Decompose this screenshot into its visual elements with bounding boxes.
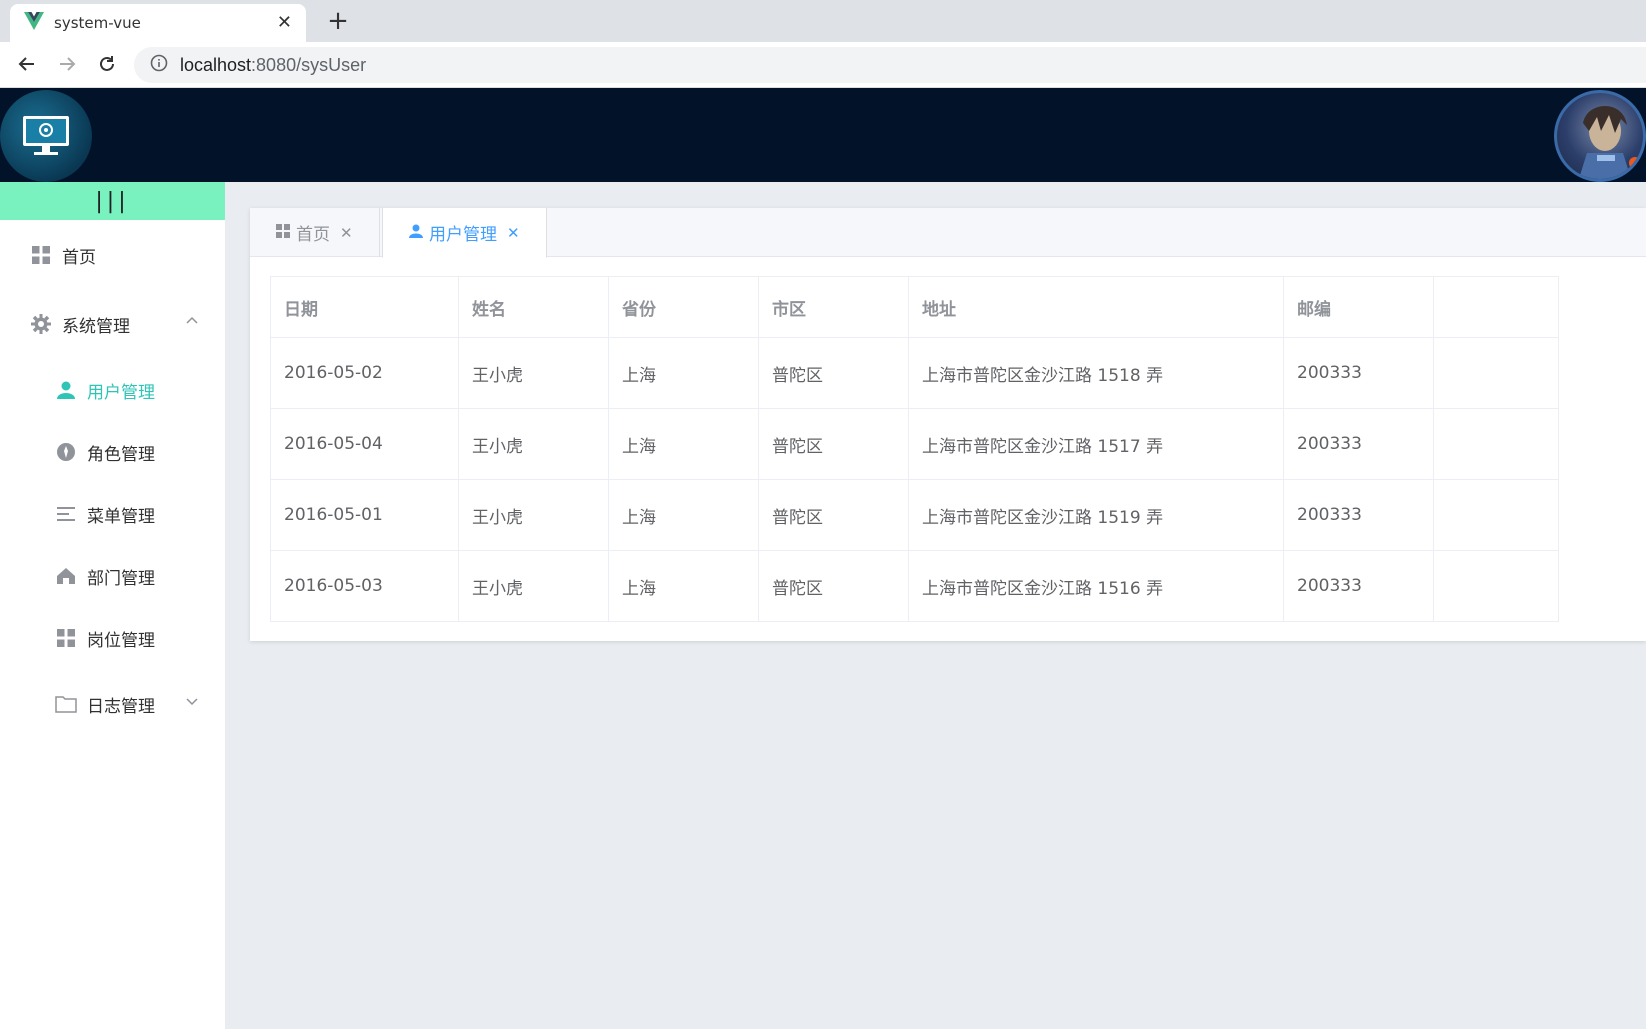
- url-path: :8080/sysUser: [251, 54, 367, 75]
- user-avatar[interactable]: [1554, 90, 1646, 182]
- column-header: [1433, 276, 1559, 338]
- grid-icon: [276, 223, 290, 243]
- app-header: [0, 88, 1646, 182]
- sidebar-item-home[interactable]: 首页: [0, 230, 225, 280]
- user-icon: [55, 379, 77, 401]
- role-icon: [55, 441, 77, 463]
- table-cell: [1433, 550, 1559, 622]
- column-header[interactable]: 日期: [270, 276, 459, 338]
- table-cell: 普陀区: [758, 408, 909, 480]
- table-cell: 200333: [1283, 408, 1434, 480]
- sidebar-item-menus[interactable]: 菜单管理: [0, 489, 225, 539]
- reload-icon[interactable]: [93, 50, 121, 78]
- table-cell: 200333: [1283, 337, 1434, 409]
- sidebar-item-label: 用户管理: [87, 382, 155, 403]
- sidebar-item-users[interactable]: 用户管理: [0, 365, 225, 415]
- grid-icon: [55, 627, 77, 649]
- table-cell: 普陀区: [758, 479, 909, 551]
- browser-tab-title: system-vue: [54, 14, 141, 32]
- folder-icon: [55, 693, 77, 715]
- table-cell: [1433, 479, 1559, 551]
- table-cell: [1433, 337, 1559, 409]
- table-header-row: 日期 姓名 省份 市区 地址 邮编: [270, 276, 1559, 338]
- address-bar[interactable]: localhost:8080/sysUser: [134, 47, 1646, 83]
- forward-icon[interactable]: [53, 50, 81, 78]
- table-cell: 200333: [1283, 479, 1434, 551]
- table-cell: 上海市普陀区金沙江路 1517 弄: [908, 408, 1284, 480]
- sidebar-item-label: 菜单管理: [87, 506, 155, 527]
- table-row[interactable]: 2016-05-03 王小虎 上海 普陀区 上海市普陀区金沙江路 1516 弄 …: [270, 550, 1559, 622]
- close-tab-icon[interactable]: ✕: [277, 12, 292, 33]
- sidebar-item-label: 日志管理: [87, 696, 155, 717]
- table-cell: 王小虎: [458, 550, 609, 622]
- sidebar-item-label: 岗位管理: [87, 630, 155, 651]
- new-tab-button[interactable]: +: [325, 6, 351, 36]
- app-logo[interactable]: [0, 90, 92, 182]
- browser-tabstrip: system-vue ✕ +: [0, 0, 1646, 42]
- table-cell: 王小虎: [458, 408, 609, 480]
- vue-logo-icon: [24, 12, 44, 34]
- main-card: 首页 ✕ 用户管理 ✕ 日期 姓名 省份 市区 地址 邮编 2016-05-02…: [250, 208, 1646, 641]
- table-cell: 王小虎: [458, 337, 609, 409]
- gear-icon: [30, 313, 52, 335]
- url-host: localhost: [180, 54, 252, 75]
- sidebar-item-label: 部门管理: [87, 568, 155, 589]
- browser-toolbar: localhost:8080/sysUser: [0, 42, 1646, 88]
- column-header[interactable]: 市区: [758, 276, 909, 338]
- users-table: 日期 姓名 省份 市区 地址 邮编 2016-05-02 王小虎 上海 普陀区 …: [270, 276, 1559, 622]
- tab-home[interactable]: 首页 ✕: [250, 208, 380, 257]
- sidebar: ||| 首页 系统管理 用户管理 角色管理 菜单管理 部门管理 岗位管理 日志管…: [0, 182, 225, 1029]
- sidebar-item-system[interactable]: 系统管理: [0, 299, 225, 349]
- close-icon[interactable]: ✕: [340, 224, 353, 242]
- sidebar-item-roles[interactable]: 角色管理: [0, 427, 225, 477]
- tab-users[interactable]: 用户管理 ✕: [382, 208, 547, 258]
- table-cell: 上海市普陀区金沙江路 1516 弄: [908, 550, 1284, 622]
- table-row[interactable]: 2016-05-04 王小虎 上海 普陀区 上海市普陀区金沙江路 1517 弄 …: [270, 408, 1559, 480]
- table-cell: 普陀区: [758, 337, 909, 409]
- info-icon[interactable]: [150, 54, 168, 76]
- page-tabs: 首页 ✕ 用户管理 ✕: [250, 208, 1646, 258]
- table-cell: 上海: [608, 337, 759, 409]
- house-icon: [55, 565, 77, 587]
- column-header[interactable]: 邮编: [1283, 276, 1434, 338]
- tab-label: 首页: [296, 225, 330, 245]
- table-cell: 普陀区: [758, 550, 909, 622]
- sidebar-item-label: 系统管理: [62, 316, 130, 337]
- table-cell: 2016-05-02: [270, 337, 459, 409]
- table-cell: 200333: [1283, 550, 1434, 622]
- user-icon: [409, 223, 423, 243]
- table-cell: [1433, 408, 1559, 480]
- table-row[interactable]: 2016-05-02 王小虎 上海 普陀区 上海市普陀区金沙江路 1518 弄 …: [270, 337, 1559, 409]
- column-header[interactable]: 姓名: [458, 276, 609, 338]
- monitor-icon: [23, 116, 69, 155]
- sidebar-item-departments[interactable]: 部门管理: [0, 551, 225, 601]
- table-cell: 上海: [608, 550, 759, 622]
- sidebar-item-label: 首页: [62, 247, 96, 268]
- table-cell: 2016-05-01: [270, 479, 459, 551]
- table-cell: 上海: [608, 479, 759, 551]
- table-cell: 王小虎: [458, 479, 609, 551]
- url-text: localhost:8080/sysUser: [180, 55, 366, 76]
- back-icon[interactable]: [13, 50, 41, 78]
- sidebar-item-posts[interactable]: 岗位管理: [0, 613, 225, 663]
- table-row[interactable]: 2016-05-01 王小虎 上海 普陀区 上海市普陀区金沙江路 1519 弄 …: [270, 479, 1559, 551]
- sidebar-item-logs[interactable]: 日志管理: [0, 679, 225, 729]
- close-icon[interactable]: ✕: [507, 224, 520, 242]
- column-header[interactable]: 地址: [908, 276, 1284, 338]
- menu-icon: [55, 503, 77, 525]
- column-header[interactable]: 省份: [608, 276, 759, 338]
- collapse-toggle[interactable]: |||: [0, 182, 225, 220]
- table-cell: 上海: [608, 408, 759, 480]
- table-cell: 2016-05-03: [270, 550, 459, 622]
- tab-label: 用户管理: [429, 225, 497, 245]
- table-cell: 2016-05-04: [270, 408, 459, 480]
- table-cell: 上海市普陀区金沙江路 1518 弄: [908, 337, 1284, 409]
- chevron-down-icon: [185, 693, 199, 713]
- chevron-up-icon: [185, 313, 199, 333]
- sidebar-item-label: 角色管理: [87, 444, 155, 465]
- table-cell: 上海市普陀区金沙江路 1519 弄: [908, 479, 1284, 551]
- browser-tab[interactable]: system-vue ✕: [10, 4, 306, 42]
- grid-icon: [30, 244, 52, 266]
